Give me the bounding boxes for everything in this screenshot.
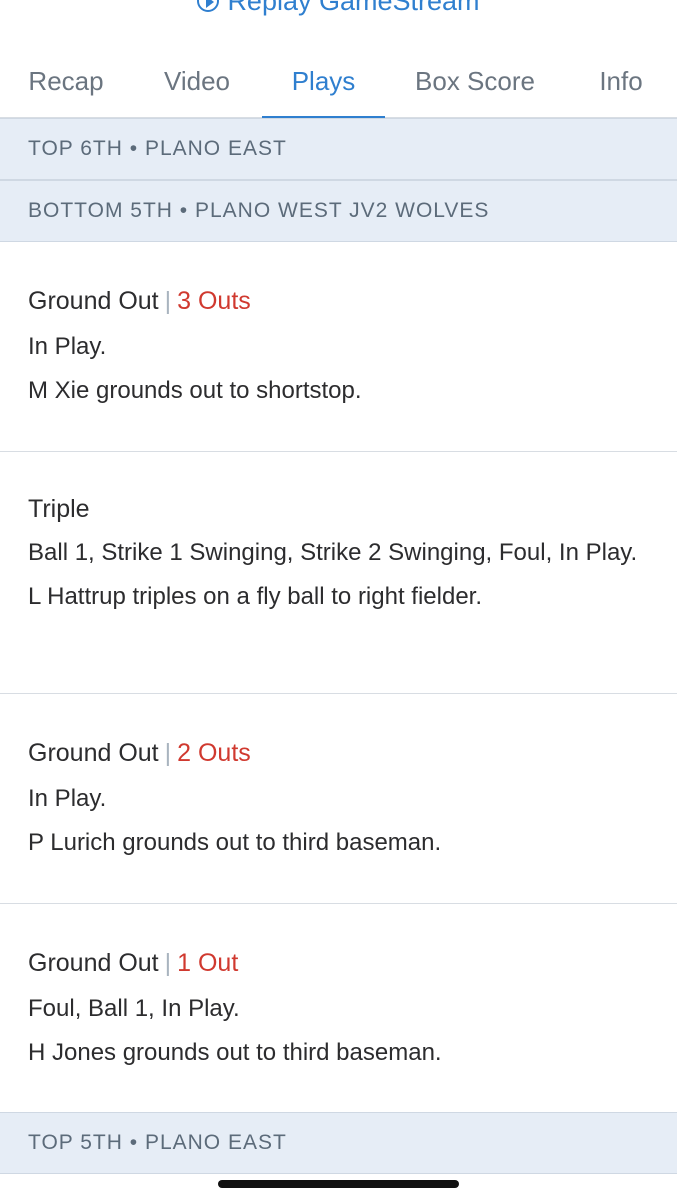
tab-recap[interactable]: Recap (0, 44, 132, 118)
play-item: Ground Out | 3 Outs In Play. M Xie grounds… (0, 242, 677, 452)
tab-video-label: Video (163, 65, 231, 96)
inning-header-top-5th[interactable]: TOP 5TH • PLANO EAST (0, 1112, 677, 1174)
tab-plays-label: Plays (291, 65, 356, 96)
play-outs: 1 Out (177, 949, 239, 977)
home-indicator[interactable] (218, 1180, 459, 1188)
tab-recap-label: Recap (28, 65, 104, 96)
play-description: L Hattrup triples on a fly ball to right… (28, 583, 483, 610)
play-pitches: Ball 1, Strike 1 Swinging, Strike 2 Swin… (28, 539, 638, 566)
tab-box-score[interactable]: Box Score (385, 44, 565, 118)
play-outs: 2 Outs (177, 739, 251, 767)
inning-header-label: TOP 5TH • PLANO EAST (28, 1131, 287, 1154)
play-outs: 3 Outs (177, 287, 251, 315)
play-pitches: In Play. (28, 785, 107, 812)
play-circle-icon (197, 0, 220, 12)
play-description: H Jones grounds out to third baseman. (28, 1039, 442, 1066)
play-title: Triple (28, 492, 649, 526)
tab-plays[interactable]: Plays (262, 44, 385, 119)
play-type: Ground Out (28, 287, 159, 315)
replay-gamestream-label: Replay GameStream (227, 0, 480, 16)
inning-header-label: BOTTOM 5TH • PLANO WEST JV2 WOLVES (28, 199, 490, 222)
inning-header-label: TOP 6TH • PLANO EAST (28, 137, 287, 160)
play-type: Ground Out (28, 739, 159, 767)
play-separator: | (164, 739, 172, 767)
play-item: Triple Ball 1, Strike 1 Swinging, Strike… (0, 452, 677, 694)
play-item: Ground Out | 1 Out Foul, Ball 1, In Play. … (0, 904, 677, 1114)
play-description: P Lurich grounds out to third baseman. (28, 829, 442, 856)
play-separator: | (164, 949, 172, 977)
tab-video[interactable]: Video (132, 44, 262, 118)
play-item: Ground Out | 2 Outs In Play. P Lurich grou… (0, 694, 677, 904)
tab-box-score-label: Box Score (415, 65, 535, 96)
tab-bar: Recap Video Plays Box Score Info (0, 44, 677, 119)
play-separator: | (164, 287, 172, 315)
play-title: Ground Out | 2 Outs (28, 736, 649, 770)
play-description: M Xie grounds out to shortstop. (28, 377, 362, 404)
play-type: Triple (28, 495, 90, 523)
play-title: Ground Out | 3 Outs (28, 284, 649, 318)
inning-header-top-6th[interactable]: TOP 6TH • PLANO EAST (0, 118, 677, 180)
tab-info-label: Info (599, 65, 643, 96)
play-pitches: In Play. (28, 333, 107, 360)
play-pitches: Foul, Ball 1, In Play. (28, 995, 240, 1022)
play-type: Ground Out (28, 949, 159, 977)
play-title: Ground Out | 1 Out (28, 946, 649, 980)
tab-info[interactable]: Info (565, 44, 677, 118)
inning-header-bottom-5th[interactable]: BOTTOM 5TH • PLANO WEST JV2 WOLVES (0, 180, 677, 242)
replay-gamestream-link[interactable]: Replay GameStream (0, 0, 677, 16)
